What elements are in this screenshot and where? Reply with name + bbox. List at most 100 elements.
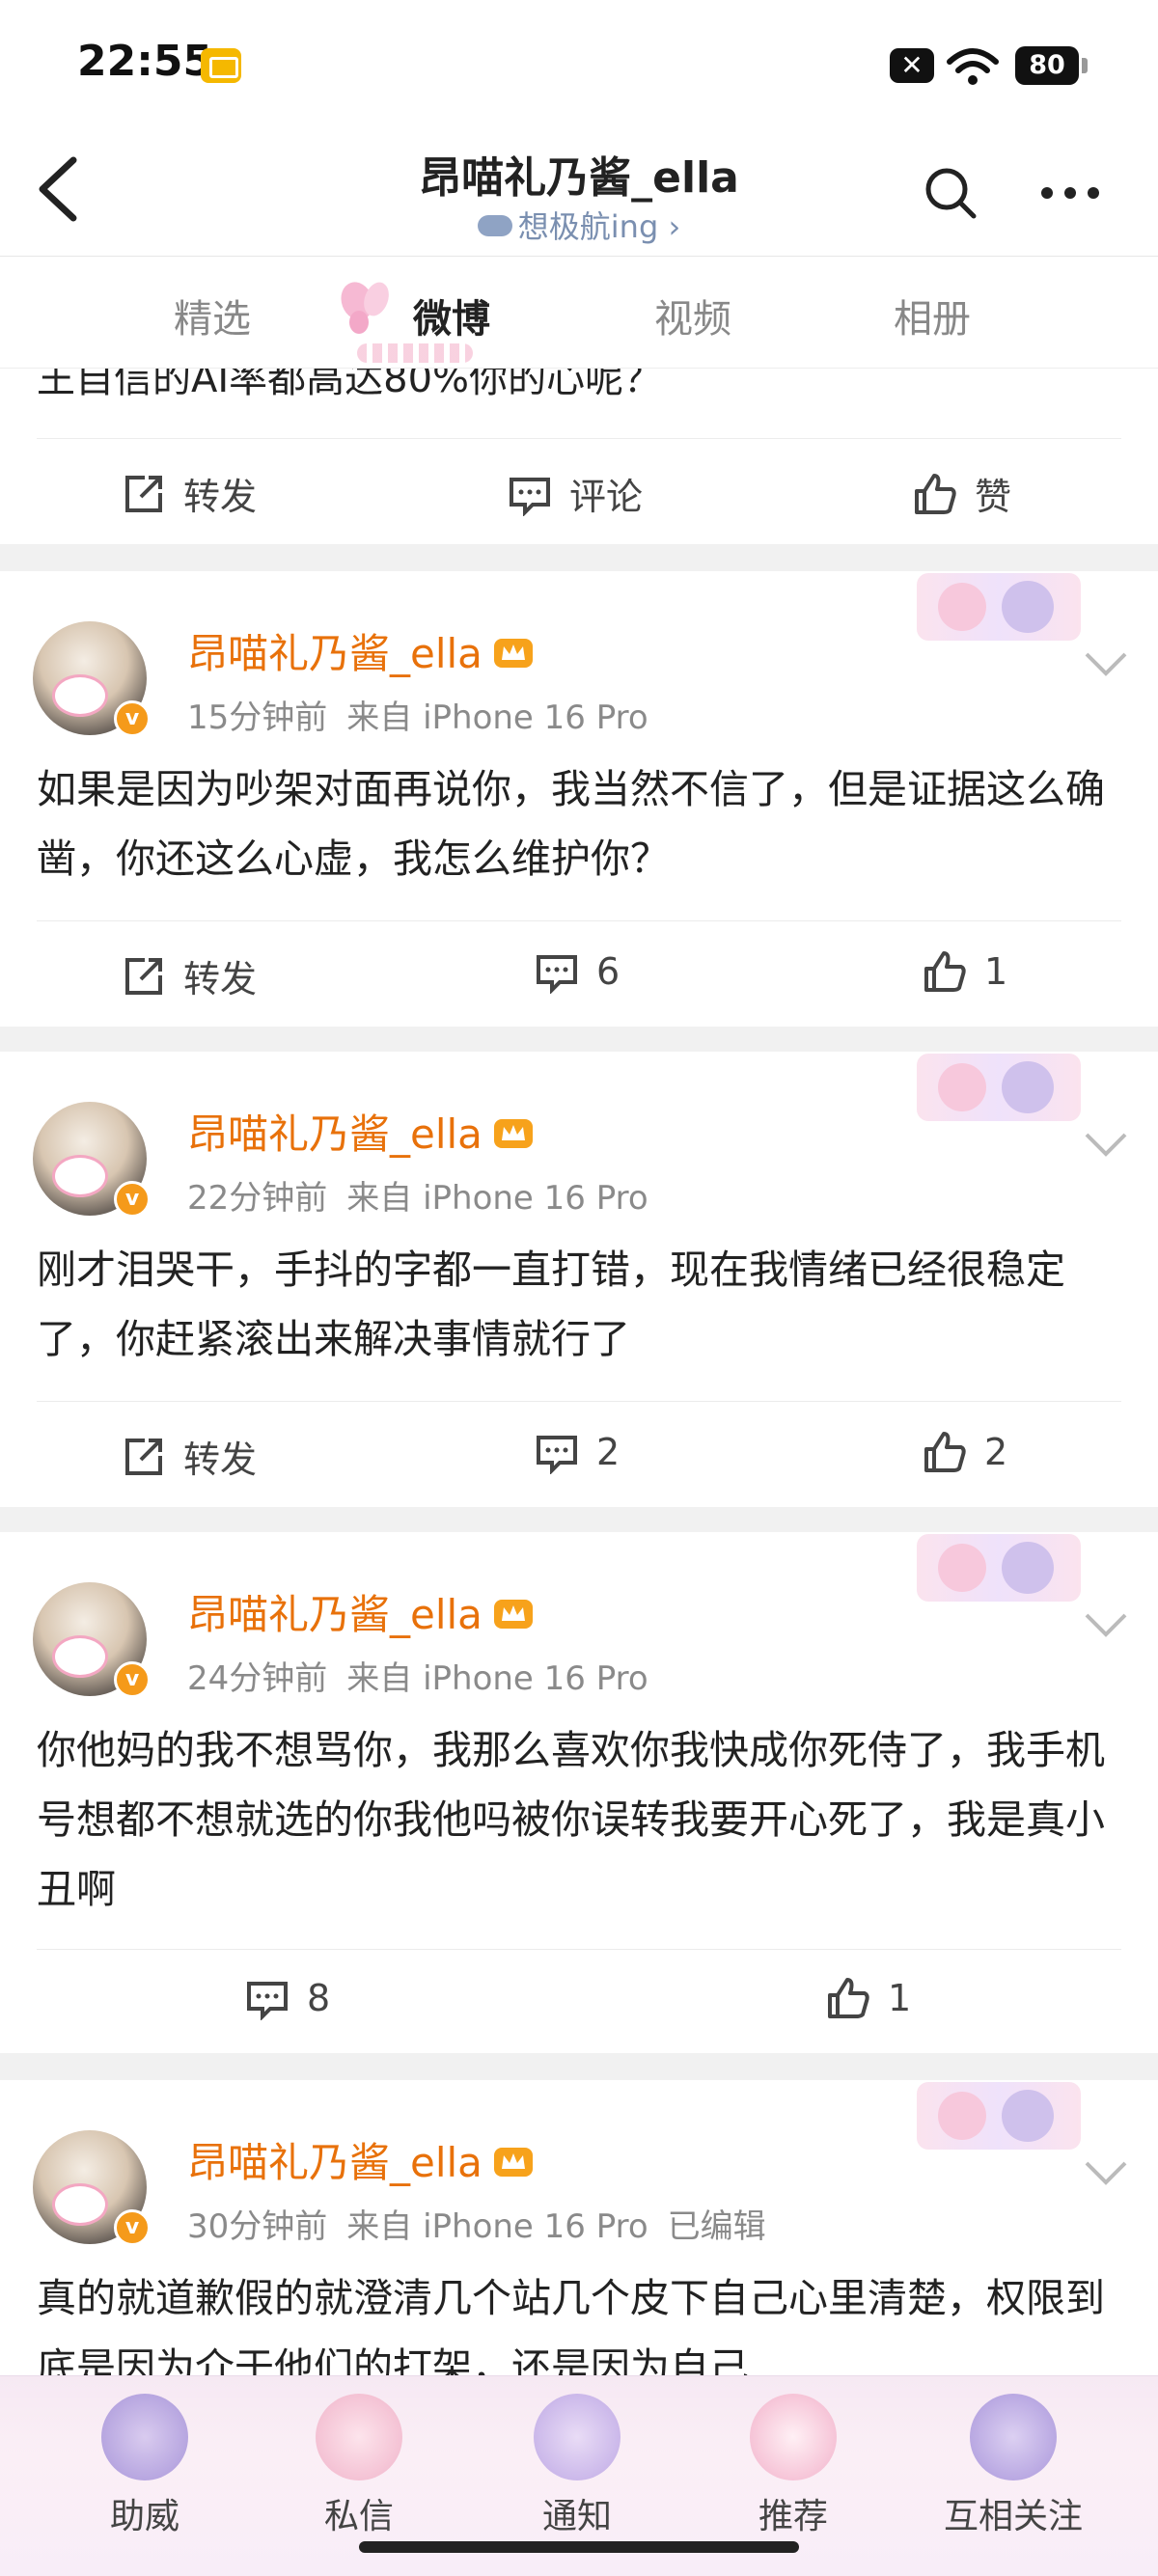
- post-username[interactable]: 昂喵礼乃酱_ella: [187, 2130, 535, 2189]
- post-card[interactable]: v 昂喵礼乃酱_ella 30分钟前 来自 iPhone 16 Pro 已编辑 真的…: [0, 2080, 1158, 2375]
- chevron-down-icon[interactable]: [1081, 1125, 1131, 1164]
- divider: [37, 438, 1121, 439]
- search-icon[interactable]: [922, 164, 979, 222]
- thumbs-up-icon: [915, 473, 956, 514]
- nav-notifications[interactable]: 通知: [510, 2394, 645, 2538]
- nav-label: 互相关注: [943, 2497, 1083, 2536]
- repost-icon: [125, 957, 162, 995]
- comment-count: 8: [307, 1977, 331, 2019]
- cloud-icon: [477, 215, 512, 236]
- post-card[interactable]: v 昂喵礼乃酱_ella 22分钟前 来自 iPhone 16 Pro 刚才泪哭干…: [0, 1052, 1158, 1507]
- like-button[interactable]: 1: [923, 949, 1007, 994]
- comment-button[interactable]: 2: [535, 1430, 620, 1474]
- tab-weibo[interactable]: 微博: [413, 288, 490, 343]
- comment-count: 2: [596, 1431, 620, 1473]
- post-time: 24分钟前: [187, 1659, 328, 1698]
- thumbs-up-icon: [924, 951, 966, 992]
- profile-tabs: 精选 微博 视频 相册: [0, 257, 1158, 369]
- post-time: 22分钟前: [187, 1179, 328, 1218]
- crown-icon: [493, 1599, 533, 1629]
- post-meta: 24分钟前 来自 iPhone 16 Pro: [187, 1652, 668, 1699]
- more-options-icon[interactable]: [1037, 164, 1103, 222]
- verified-badge-icon: v: [114, 700, 151, 737]
- chevron-down-icon[interactable]: [1081, 1605, 1131, 1644]
- comment-button[interactable]: 6: [535, 949, 620, 994]
- tab-featured[interactable]: 精选: [174, 288, 251, 343]
- tab-videos[interactable]: 视频: [654, 288, 731, 343]
- message-notification-icon: [201, 48, 241, 83]
- profile-status-link[interactable]: 想极航ing ›: [0, 203, 1158, 247]
- like-button[interactable]: 赞: [913, 467, 1011, 520]
- tab-active-indicator: [357, 343, 473, 363]
- comment-count: 6: [596, 950, 620, 993]
- avatar[interactable]: v: [33, 1102, 151, 1218]
- repost-label: 转发: [183, 958, 258, 1000]
- comment-label: 评论: [569, 476, 644, 518]
- like-button[interactable]: 2: [923, 1430, 1007, 1474]
- post-card[interactable]: v 昂喵礼乃酱_ella 24分钟前 来自 iPhone 16 Pro 你他妈的我…: [0, 1532, 1158, 2053]
- butterfly-icon: [341, 282, 389, 334]
- profile-status-text: 想极航ing: [517, 208, 659, 245]
- avatar[interactable]: v: [33, 2130, 151, 2246]
- wifi-icon: [947, 48, 999, 85]
- comment-button[interactable]: 8: [245, 1976, 330, 2020]
- home-indicator: [359, 2541, 799, 2553]
- nav-label: 私信: [323, 2497, 394, 2536]
- comment-button[interactable]: 评论: [508, 467, 643, 520]
- post-text: 王自信的AI率都高达80%你的心呢？: [37, 369, 663, 401]
- chevron-down-icon[interactable]: [1081, 644, 1131, 683]
- post-text: 如果是因为吵架对面再说你，我当然不信了，但是证据这么确凿，你还这么心虚，我怎么维…: [37, 766, 1105, 882]
- my-melody-icon: [750, 2394, 837, 2480]
- nav-mutual-follow[interactable]: 互相关注: [926, 2394, 1100, 2538]
- verified-badge-icon: v: [114, 1661, 151, 1698]
- post-username[interactable]: 昂喵礼乃酱_ella: [187, 1102, 535, 1161]
- post-source: 来自 iPhone 16 Pro: [346, 2207, 648, 2246]
- status-time: 22:55: [77, 37, 213, 86]
- tab-albums[interactable]: 相册: [894, 288, 971, 343]
- post-text: 刚才泪哭干，手抖的字都一直打错，现在我情绪已经很稳定了，你赶紧滚出来解决事情就行…: [37, 1247, 1065, 1362]
- kuromi-icon: [101, 2394, 188, 2480]
- like-label: 赞: [975, 476, 1012, 518]
- post-card[interactable]: v 昂喵礼乃酱_ella 15分钟前 来自 iPhone 16 Pro 如果是因为…: [0, 571, 1158, 1027]
- nav-label: 推荐: [758, 2497, 828, 2536]
- card-decoration: [917, 573, 1081, 641]
- avatar[interactable]: v: [33, 1582, 151, 1698]
- avatar[interactable]: v: [33, 621, 151, 737]
- chevron-down-icon[interactable]: [1081, 2153, 1131, 2192]
- weibo-feed: 王自信的AI率都高达80%你的心呢？ 转发 评论 赞 v 昂喵礼乃酱_ella …: [0, 369, 1158, 2375]
- comment-icon: [537, 955, 577, 994]
- card-decoration: [917, 1534, 1081, 1602]
- card-decoration: [917, 1054, 1081, 1121]
- repost-icon: [125, 1438, 162, 1475]
- comment-icon: [510, 477, 550, 516]
- status-bar: 22:55 ✕ 80: [0, 0, 1158, 125]
- chevron-right-icon: ›: [668, 208, 681, 245]
- post-source: 来自 iPhone 16 Pro: [346, 1179, 648, 1218]
- edited-label: 已编辑: [667, 2207, 766, 2246]
- divider: [37, 920, 1121, 921]
- like-count: 1: [888, 1977, 912, 2019]
- verified-badge-icon: v: [114, 1181, 151, 1218]
- crown-icon: [493, 2147, 533, 2177]
- like-button[interactable]: 1: [826, 1976, 911, 2020]
- repost-button[interactable]: 转发: [122, 1430, 257, 1483]
- battery-indicator: 80: [1015, 46, 1088, 85]
- no-sim-icon: ✕: [890, 48, 934, 83]
- nav-recommend[interactable]: 推荐: [726, 2394, 861, 2538]
- nav-cheer[interactable]: 助威: [77, 2394, 212, 2538]
- repost-button[interactable]: 转发: [122, 467, 257, 520]
- verified-badge-icon: v: [114, 2209, 151, 2246]
- post-time: 30分钟前: [187, 2207, 328, 2246]
- repost-label: 转发: [183, 476, 258, 518]
- post-username[interactable]: 昂喵礼乃酱_ella: [187, 1582, 535, 1641]
- teacup-icon: [316, 2394, 402, 2480]
- nav-messages[interactable]: 私信: [291, 2394, 427, 2538]
- like-count: 2: [984, 1431, 1008, 1473]
- comment-icon: [247, 1982, 288, 2020]
- post-username[interactable]: 昂喵礼乃酱_ella: [187, 621, 535, 680]
- like-count: 1: [984, 950, 1008, 993]
- post-meta: 15分钟前 来自 iPhone 16 Pro: [187, 691, 668, 738]
- repost-button[interactable]: 转发: [122, 949, 257, 1002]
- title-bar: 昂喵礼乃酱_ella 想极航ing ›: [0, 125, 1158, 257]
- post-card: 王自信的AI率都高达80%你的心呢？ 转发 评论 赞: [0, 369, 1158, 544]
